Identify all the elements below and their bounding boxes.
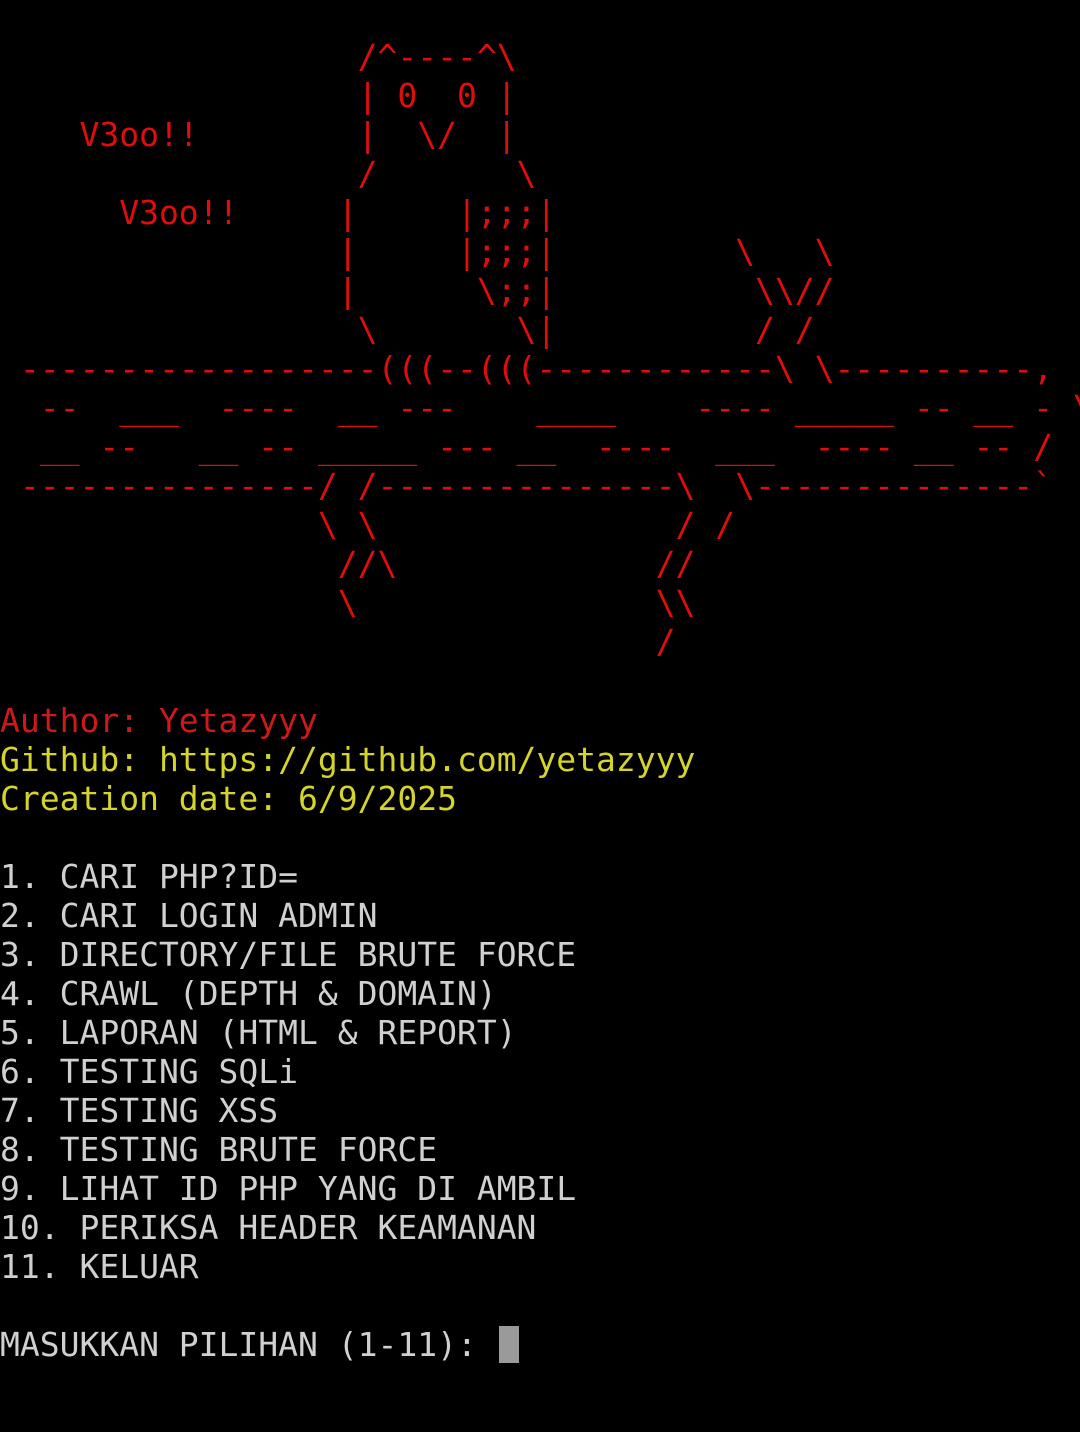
menu-item-testing-xss: 7. TESTING XSS	[0, 1091, 279, 1130]
menu-item-crawl: 4. CRAWL (DEPTH & DOMAIN)	[0, 974, 497, 1013]
ascii-art-line: /^----^\	[0, 37, 517, 76]
ascii-art-line: __ -- __ -- _____ --- __ ---- ___ ---- _…	[0, 427, 1053, 466]
ascii-art-line: \ \| / /	[0, 310, 815, 349]
menu-item-cari-login-admin: 2. CARI LOGIN ADMIN	[0, 896, 378, 935]
menu-item-periksa-header: 10. PERIKSA HEADER KEAMANAN	[0, 1208, 537, 1247]
ascii-art-line: | \;;| \\//	[0, 271, 835, 310]
terminal-screen[interactable]: /^----^\ | 0 0 | V3oo!! | \/ | / \ V3oo!…	[0, 0, 1080, 1432]
menu-item-cari-php-id: 1. CARI PHP?ID=	[0, 857, 299, 896]
menu-item-lihat-id-php: 9. LIHAT ID PHP YANG DI AMBIL	[0, 1169, 577, 1208]
menu-item-laporan: 5. LAPORAN (HTML & REPORT)	[0, 1013, 517, 1052]
ascii-art-line: / \	[0, 154, 537, 193]
prompt-label: MASUKKAN PILIHAN (1-11):	[0, 1325, 497, 1364]
owl-ascii-art: /^----^\ | 0 0 | V3oo!! | \/ | / \ V3oo!…	[0, 37, 1080, 661]
ascii-art-line: /	[0, 622, 676, 661]
menu-item-directory-brute-force: 3. DIRECTORY/FILE BRUTE FORCE	[0, 935, 577, 974]
github-line: Github: https://github.com/yetazyyy	[0, 740, 696, 779]
ascii-art-line: | 0 0 |	[0, 76, 517, 115]
ascii-art-line: \ \\	[0, 583, 696, 622]
ascii-art-line: ------------------(((--(((------------\ …	[0, 349, 1053, 388]
text-cursor[interactable]	[498, 1326, 519, 1363]
ascii-art-line: | |;;;| \ \	[0, 232, 835, 271]
menu-item-testing-brute-force: 8. TESTING BRUTE FORCE	[0, 1130, 438, 1169]
ascii-art-line: V3oo!! | |;;;|	[0, 193, 557, 232]
ascii-art-line: //\ //	[0, 544, 696, 583]
menu-item-testing-sqli: 6. TESTING SQLi	[0, 1052, 299, 1091]
ascii-art-line: ---------------/ /---------------\ \----…	[0, 466, 1053, 505]
input-prompt[interactable]: MASUKKAN PILIHAN (1-11):	[0, 1325, 519, 1364]
tool-info: Author: Yetazyyy Github: https://github.…	[0, 701, 695, 818]
ascii-art-line: V3oo!! | \/ |	[0, 115, 517, 154]
main-menu: 1. CARI PHP?ID= 2. CARI LOGIN ADMIN 3. D…	[0, 857, 576, 1286]
creation-date-line: Creation date: 6/9/2025	[0, 779, 457, 818]
author-line: Author: Yetazyyy	[0, 701, 318, 740]
menu-item-keluar: 11. KELUAR	[0, 1247, 199, 1286]
ascii-art-line: -- ___ ---- __ --- ____ ---- _____ -- __…	[0, 388, 1080, 427]
ascii-art-line: \ \ / /	[0, 505, 736, 544]
